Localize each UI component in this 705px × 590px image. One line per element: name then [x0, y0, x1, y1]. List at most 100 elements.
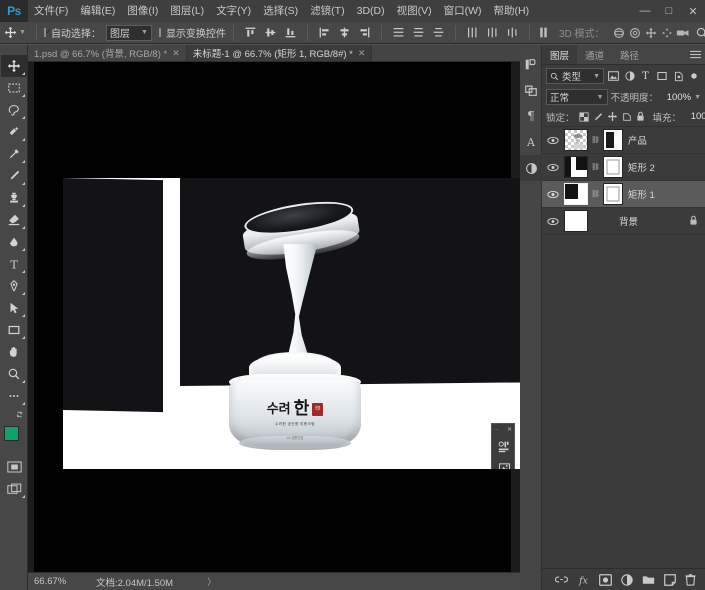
layer-thumbnail[interactable]	[564, 183, 588, 205]
drag-handle-icon[interactable]: ⋯	[494, 427, 500, 433]
type-tool[interactable]: T	[1, 253, 27, 275]
layer-thumbnail[interactable]	[564, 129, 588, 151]
close-icon[interactable]: ✕	[172, 48, 180, 59]
filter-adjustment-icon[interactable]	[623, 69, 636, 84]
distribute-horizontal-centers-button[interactable]	[483, 23, 502, 42]
align-right-edges-button[interactable]	[355, 23, 374, 42]
properties-panel-icon[interactable]	[520, 155, 542, 181]
rectangle-tool[interactable]	[1, 319, 27, 341]
filter-type-icon[interactable]: T	[639, 69, 652, 84]
distribute-top-edges-button[interactable]	[389, 23, 408, 42]
quick-selection-tool[interactable]	[1, 121, 27, 143]
menu-file[interactable]: 文件(F)	[28, 0, 74, 22]
layer-name[interactable]: 矩形 2	[628, 160, 701, 174]
gradient-tool[interactable]	[1, 231, 27, 253]
fill-value[interactable]: 100%	[685, 109, 705, 124]
layer-row-background[interactable]: 背景	[542, 208, 705, 235]
layer-visibility-icon[interactable]	[546, 136, 559, 145]
add-mask-button[interactable]	[599, 574, 612, 586]
close-button[interactable]: ✕	[681, 0, 705, 22]
layer-name[interactable]: 矩形 1	[628, 187, 701, 201]
layer-thumbnail[interactable]	[564, 210, 588, 232]
new-group-button[interactable]	[642, 574, 655, 585]
opacity-chevron-down-icon[interactable]: ▼	[694, 94, 701, 101]
filter-pixel-icon[interactable]	[607, 69, 620, 84]
move-tool-icon[interactable]	[4, 23, 17, 43]
menu-image[interactable]: 图像(I)	[121, 0, 164, 22]
layer-name[interactable]: 背景	[619, 214, 684, 228]
layer-mask-thumbnail[interactable]	[603, 183, 623, 205]
align-left-edges-button[interactable]	[315, 23, 334, 42]
move-tool[interactable]	[1, 55, 27, 77]
delete-layer-button[interactable]	[685, 574, 696, 586]
color-panel-icon[interactable]	[520, 51, 542, 77]
layer-mask-link-icon[interactable]: ⛓	[591, 190, 600, 198]
3d-scene-widget-button[interactable]	[492, 457, 516, 469]
opacity-value[interactable]: 100%	[661, 90, 691, 105]
brush-tool[interactable]	[1, 165, 27, 187]
eyedropper-tool[interactable]	[1, 143, 27, 165]
distribute-vertical-centers-button[interactable]	[409, 23, 428, 42]
document-tab-untitled1[interactable]: 未标题-1 @ 66.7% (矩形 1, RGB/8#) * ✕	[187, 45, 373, 61]
lock-all-icon[interactable]	[636, 110, 645, 124]
distribute-left-edges-button[interactable]	[463, 23, 482, 42]
menu-select[interactable]: 选择(S)	[257, 0, 304, 22]
align-vertical-centers-button[interactable]	[261, 23, 280, 42]
tool-preset-caret-icon[interactable]: ▼	[19, 29, 26, 36]
3d-camera-icon[interactable]	[676, 23, 691, 42]
filter-shape-icon[interactable]	[655, 69, 668, 84]
layer-mask-link-icon[interactable]: ⛓	[591, 136, 600, 144]
marquee-tool[interactable]	[1, 77, 27, 99]
lock-image-icon[interactable]	[593, 110, 603, 124]
clone-stamp-tool[interactable]	[1, 187, 27, 209]
menu-window[interactable]: 窗口(W)	[438, 0, 488, 22]
maximize-button[interactable]: □	[657, 0, 681, 22]
lock-position-icon[interactable]	[607, 110, 618, 124]
menu-view[interactable]: 视图(V)	[391, 0, 438, 22]
3d-slide-icon[interactable]	[660, 23, 674, 42]
lasso-tool[interactable]	[1, 99, 27, 121]
layer-thumbnail[interactable]	[564, 156, 588, 178]
adjustments-panel-icon[interactable]	[520, 77, 542, 103]
menu-edit[interactable]: 编辑(E)	[74, 0, 121, 22]
adjustment-layer-button[interactable]	[621, 574, 633, 586]
new-layer-button[interactable]	[664, 574, 676, 586]
lock-transparency-icon[interactable]	[579, 110, 589, 124]
canvas-area[interactable]: 수려 한 印 수려한 공진향 미용크림 LG 생활건강 ⋯ ✕	[28, 62, 520, 572]
document-canvas[interactable]: 수려 한 印 수려한 공진향 미용크림 LG 생활건강 ⋯ ✕	[34, 62, 511, 572]
eraser-tool[interactable]	[1, 209, 27, 231]
menu-3d[interactable]: 3D(D)	[351, 0, 391, 22]
layer-mask-link-icon[interactable]: ⛓	[591, 163, 600, 171]
status-expand-arrow-icon[interactable]: 〉	[207, 575, 216, 588]
3d-camera-widget-button[interactable]	[492, 435, 516, 457]
foreground-color-swatch[interactable]	[4, 426, 19, 441]
close-icon[interactable]: ✕	[507, 426, 512, 433]
pen-tool[interactable]	[1, 275, 27, 297]
zoom-tool[interactable]	[1, 363, 27, 385]
tab-layers[interactable]: 图层	[542, 45, 577, 64]
layer-row-product[interactable]: ⛓ 产品	[542, 127, 705, 154]
character-panel-icon[interactable]: A	[520, 129, 542, 155]
zoom-level[interactable]: 66.67%	[34, 576, 96, 587]
layer-style-button[interactable]: fx	[577, 574, 590, 586]
auto-select-scope-dropdown[interactable]: 图层 ▼	[106, 25, 152, 41]
document-tab-1psd[interactable]: 1.psd @ 66.7% (背景, RGB/8) * ✕	[28, 45, 187, 61]
menu-help[interactable]: 帮助(H)	[488, 0, 536, 22]
quick-mask-icon[interactable]	[1, 456, 27, 478]
3d-roll-icon[interactable]	[628, 23, 642, 42]
filter-smart-object-icon[interactable]	[671, 69, 684, 84]
layer-visibility-icon[interactable]	[546, 163, 559, 172]
menu-type[interactable]: 文字(Y)	[210, 0, 257, 22]
3d-pan-icon[interactable]	[644, 23, 658, 42]
layer-row-rectangle-1[interactable]: ⛓ 矩形 1	[542, 181, 705, 208]
color-swatches[interactable]	[1, 424, 27, 454]
layer-visibility-icon[interactable]	[546, 217, 559, 226]
filter-enable-toggle[interactable]	[687, 69, 700, 84]
screen-mode-icon[interactable]	[1, 478, 27, 500]
tab-paths[interactable]: 路径	[612, 45, 647, 64]
path-selection-tool[interactable]	[1, 297, 27, 319]
menu-layer[interactable]: 图层(L)	[164, 0, 210, 22]
menu-filter[interactable]: 滤镜(T)	[304, 0, 350, 22]
distribute-right-edges-button[interactable]	[503, 23, 522, 42]
close-icon[interactable]: ✕	[358, 48, 366, 59]
